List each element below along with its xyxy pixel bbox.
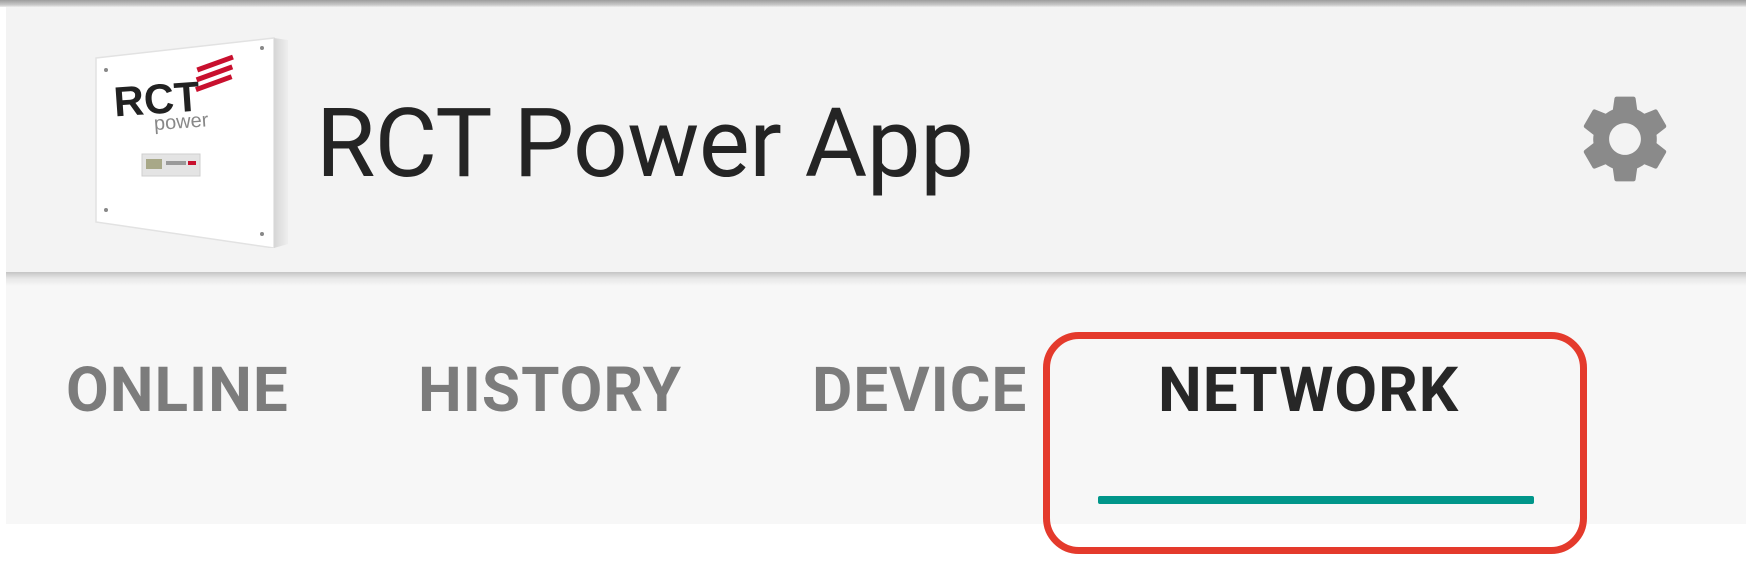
active-tab-indicator — [1098, 496, 1534, 504]
gear-icon[interactable] — [1572, 86, 1678, 192]
tab-network[interactable]: NETWORK — [1158, 360, 1459, 422]
app-logo: RCT power — [95, 37, 288, 248]
window-top-border — [0, 0, 1746, 7]
logo-sub-text: power — [153, 109, 209, 135]
app-title: RCT Power App — [316, 88, 974, 200]
toolbar-shadow — [6, 272, 1746, 286]
tab-history[interactable]: HISTORY — [418, 360, 682, 422]
tab-online[interactable]: ONLINE — [66, 360, 289, 422]
logo-display-panel — [141, 153, 201, 177]
tab-device[interactable]: DEVICE — [812, 360, 1027, 422]
